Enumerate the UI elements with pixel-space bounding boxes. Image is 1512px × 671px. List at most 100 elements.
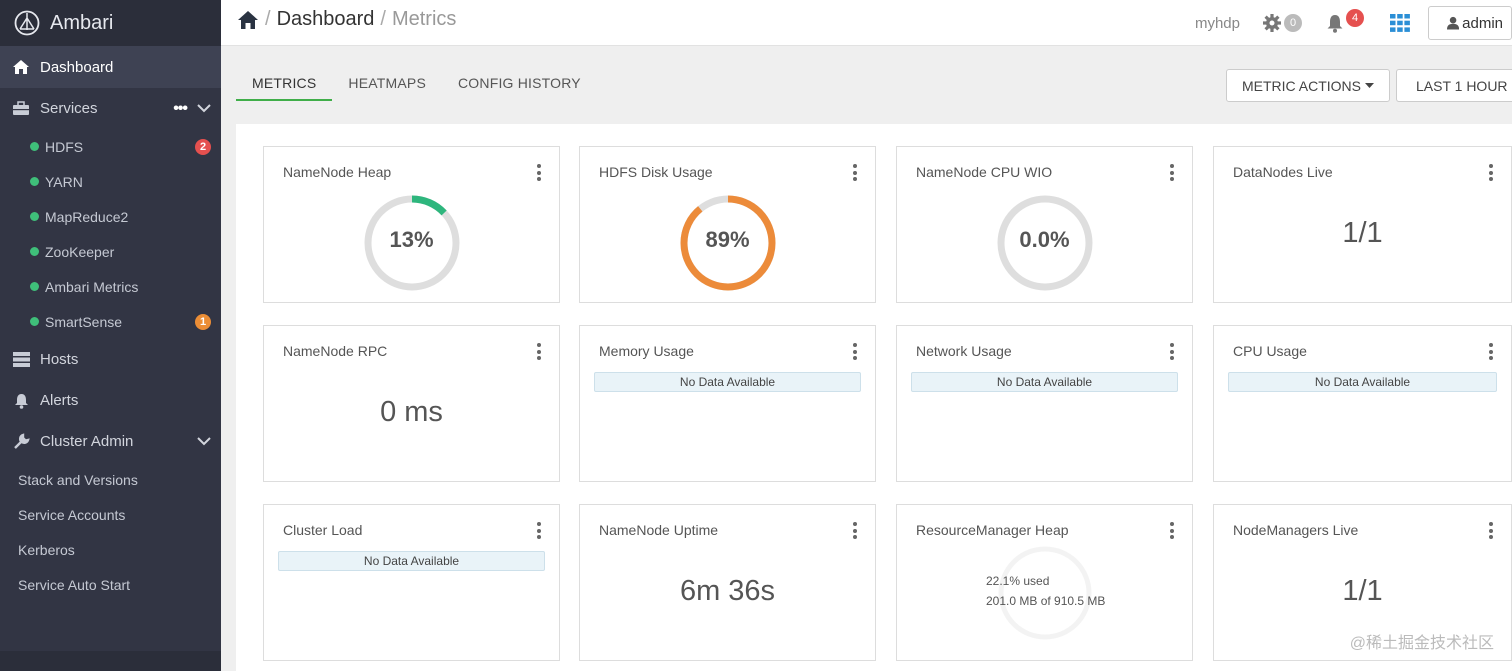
sidebar-item-yarn[interactable]: YARN	[0, 164, 221, 199]
widget-memory-usage: Memory Usage No Data Available	[579, 325, 876, 482]
widget-hdfs-disk-usage: HDFS Disk Usage 89%	[579, 146, 876, 303]
home-icon[interactable]	[237, 10, 259, 30]
no-data-message: No Data Available	[278, 551, 545, 571]
sidebar-item-zookeeper[interactable]: ZooKeeper	[0, 234, 221, 269]
sidebar-item-cluster-admin[interactable]: Cluster Admin	[0, 421, 221, 462]
widget-title: DataNodes Live	[1233, 164, 1333, 180]
status-dot-icon	[30, 317, 39, 326]
kebab-menu-icon[interactable]	[853, 522, 857, 542]
sidebar-item-label: Kerberos	[18, 541, 75, 558]
kebab-menu-icon[interactable]	[853, 343, 857, 363]
kebab-menu-icon[interactable]	[537, 164, 541, 184]
cpu-value: 0.0%	[1019, 227, 1070, 252]
rpc-value: 0 ms	[380, 396, 443, 428]
widget-title: NameNode Uptime	[599, 522, 719, 538]
kebab-menu-icon[interactable]	[537, 522, 541, 542]
tab-heatmaps[interactable]: HEATMAPS	[332, 70, 442, 101]
metric-actions-button[interactable]: METRIC ACTIONS	[1226, 69, 1390, 102]
alert-count-badge[interactable]: 1	[195, 313, 211, 330]
sidebar-item-mapreduce2[interactable]: MapReduce2	[0, 199, 221, 234]
time-range-label: LAST 1 HOUR	[1416, 77, 1508, 94]
wrench-icon	[12, 433, 30, 451]
chevron-down-icon[interactable]	[197, 437, 211, 446]
top-right-controls: myhdp 0 4 admin	[1195, 0, 1512, 46]
widget-title: Cluster Load	[283, 522, 363, 538]
widget-title: NameNode Heap	[283, 164, 392, 180]
breadcrumb-metrics: Metrics	[391, 8, 457, 30]
widget-title: CPU Usage	[1233, 343, 1307, 359]
user-menu-button[interactable]: admin	[1428, 6, 1512, 40]
status-dot-icon	[30, 177, 39, 186]
uptime-value: 6m 36s	[679, 575, 776, 607]
brand[interactable]: Ambari	[0, 0, 221, 46]
sidebar-item-service-accounts[interactable]: Service Accounts	[0, 497, 221, 532]
rm-heap-used: 22.1% used	[986, 574, 1050, 588]
widget-cpu-usage: CPU Usage No Data Available	[1213, 325, 1512, 482]
no-data-message: No Data Available	[1228, 372, 1497, 392]
widget-namenode-heap: NameNode Heap 13%	[263, 146, 560, 303]
nodemanagers-value[interactable]: 1/1	[1214, 575, 1511, 608]
service-list: HDFS 2 YARN MapReduce2 ZooKeeper Ambari Metri…	[0, 129, 221, 339]
widget-datanodes-live: DataNodes Live 1/1	[1213, 146, 1512, 303]
widget-cluster-load: Cluster Load No Data Available	[263, 504, 560, 661]
widget-network-usage: Network Usage No Data Available	[896, 325, 1193, 482]
alert-count-badge[interactable]: 2	[195, 138, 211, 155]
sidebar: Ambari Dashboard Services ••• HDFS 2 YARN M…	[0, 0, 221, 671]
widget-namenode-rpc: NameNode RPC 0 ms	[263, 325, 560, 482]
sidebar-item-label: Dashboard	[40, 58, 114, 76]
sidebar-item-label: Stack and Versions	[18, 471, 138, 488]
kebab-menu-icon[interactable]	[1489, 164, 1493, 184]
background-ops-button[interactable]: 0	[1262, 13, 1302, 33]
sidebar-item-alerts[interactable]: Alerts	[0, 380, 221, 421]
widget-title: HDFS Disk Usage	[599, 164, 713, 180]
alerts-button[interactable]: 4	[1326, 9, 1364, 33]
kebab-menu-icon[interactable]	[1489, 522, 1493, 542]
widget-area: NameNode Heap 13% HDFS Disk Usage 89% Na…	[236, 124, 1512, 671]
more-icon[interactable]: •••	[173, 100, 188, 118]
sidebar-item-label: Cluster Admin	[40, 433, 134, 450]
bell-icon	[1327, 14, 1343, 33]
sidebar-item-kerberos[interactable]: Kerberos	[0, 532, 221, 567]
no-data-message: No Data Available	[911, 372, 1178, 392]
sidebar-item-stack-versions[interactable]: Stack and Versions	[0, 462, 221, 497]
kebab-menu-icon[interactable]	[1489, 343, 1493, 363]
kebab-menu-icon[interactable]	[1170, 343, 1174, 363]
sidebar-item-service-auto-start[interactable]: Service Auto Start	[0, 567, 221, 602]
metric-actions-label: METRIC ACTIONS	[1241, 77, 1361, 94]
status-dot-icon	[30, 247, 39, 256]
widget-title: Memory Usage	[599, 343, 694, 359]
rm-heap-detail: 201.0 MB of 910.5 MB	[986, 594, 1106, 608]
sidebar-item-label: ZooKeeper	[45, 243, 115, 260]
sidebar-item-hdfs[interactable]: HDFS 2	[0, 129, 221, 164]
sidebar-item-services[interactable]: Services •••	[0, 88, 221, 129]
heap-value: 13%	[389, 227, 434, 252]
ops-count-badge: 0	[1284, 14, 1302, 32]
datanodes-value[interactable]: 1/1	[1214, 217, 1511, 250]
sidebar-item-ambari-metrics[interactable]: Ambari Metrics	[0, 269, 221, 304]
kebab-menu-icon[interactable]	[1170, 164, 1174, 184]
sidebar-item-dashboard[interactable]: Dashboard	[0, 46, 221, 88]
sidebar-item-label: HDFS	[45, 138, 84, 155]
tab-metrics[interactable]: METRICS	[236, 70, 333, 101]
sidebar-item-label: SmartSense	[45, 313, 123, 330]
sidebar-item-label: Service Accounts	[18, 506, 126, 523]
kebab-menu-icon[interactable]	[537, 343, 541, 363]
sidebar-item-label: YARN	[45, 173, 83, 190]
sidebar-item-label: Alerts	[40, 392, 79, 409]
chevron-down-icon[interactable]	[197, 104, 211, 113]
tab-config-history[interactable]: CONFIG HISTORY	[442, 70, 597, 101]
sidebar-footer	[0, 651, 221, 671]
kebab-menu-icon[interactable]	[1170, 522, 1174, 542]
sidebar-item-label: Services	[40, 100, 98, 117]
kebab-menu-icon[interactable]	[853, 164, 857, 184]
home-icon	[12, 58, 30, 76]
views-menu-button[interactable]	[1390, 14, 1410, 32]
sidebar-item-smartsense[interactable]: SmartSense 1	[0, 304, 221, 339]
status-dot-icon	[30, 282, 39, 291]
time-range-button[interactable]: LAST 1 HOUR	[1396, 69, 1512, 102]
cluster-name[interactable]: myhdp	[1195, 15, 1240, 32]
no-data-message: No Data Available	[594, 372, 861, 392]
breadcrumb: / Dashboard / Metrics	[237, 8, 456, 31]
sidebar-item-hosts[interactable]: Hosts	[0, 339, 221, 380]
breadcrumb-dashboard[interactable]: Dashboard	[277, 8, 375, 31]
